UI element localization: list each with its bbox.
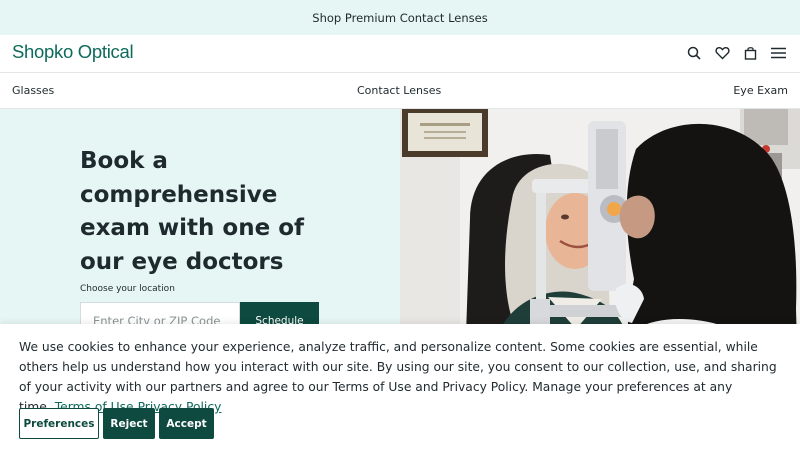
header-icons <box>686 45 786 61</box>
cookie-message: We use cookies to enhance your experienc… <box>19 337 789 417</box>
promo-banner[interactable]: Shop Premium Contact Lenses <box>0 0 800 35</box>
main-nav: Glasses Contact Lenses Eye Exam <box>0 73 800 109</box>
search-icon[interactable] <box>686 45 702 61</box>
location-label: Choose your location <box>80 284 175 294</box>
heart-icon[interactable] <box>714 45 730 61</box>
site-header: Shopko Optical <box>0 35 800 73</box>
bag-icon[interactable] <box>742 45 758 61</box>
site-logo[interactable]: Shopko Optical <box>12 41 134 63</box>
hero-title: Book a comprehensive exam with one of ou… <box>80 148 305 275</box>
nav-item-contact-lenses[interactable]: Contact Lenses <box>357 84 441 97</box>
accept-button[interactable]: Accept <box>159 408 214 439</box>
cookie-banner: We use cookies to enhance your experienc… <box>0 324 800 450</box>
promo-text[interactable]: Shop Premium Contact Lenses <box>312 11 487 25</box>
reject-button[interactable]: Reject <box>103 408 155 439</box>
preferences-button[interactable]: Preferences <box>19 408 99 439</box>
nav-item-glasses[interactable]: Glasses <box>12 84 54 97</box>
nav-item-eye-exam[interactable]: Eye Exam <box>733 84 788 97</box>
menu-icon[interactable] <box>770 45 786 61</box>
